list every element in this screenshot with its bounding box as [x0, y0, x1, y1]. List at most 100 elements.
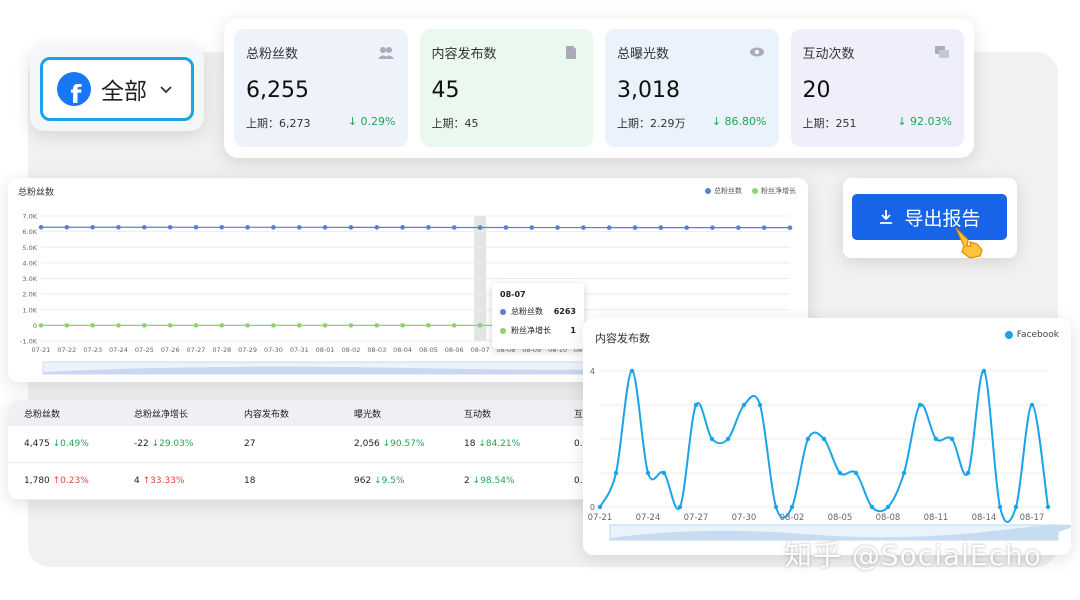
stat-previous: 上期：6,273	[246, 117, 311, 130]
data-point	[193, 323, 199, 328]
data-point	[167, 224, 173, 230]
table-cell: 2 ↓98.54%	[448, 476, 558, 486]
cell-value: 4,475	[24, 439, 50, 449]
account-selector[interactable]: f 全部	[40, 57, 194, 121]
data-point	[661, 470, 667, 476]
content-chart: 内容发布数 Facebook 0 4 07-21 07-24 07-27 07-30 08-…	[583, 318, 1071, 555]
stat-footer: 上期：45	[432, 115, 582, 131]
chat-icon	[935, 46, 949, 58]
data-point	[90, 224, 95, 230]
data-point	[64, 323, 70, 328]
table-cell: -22 ↓29.03%	[118, 439, 228, 449]
data-point	[503, 225, 509, 230]
y-tick-label: 4	[590, 367, 595, 376]
table-cell: 2,056 ↓90.57%	[338, 439, 448, 449]
y-tick-label: 2.0K	[22, 291, 37, 299]
stat-value: 6,255	[246, 78, 309, 103]
x-tick-label: 07-30	[264, 346, 283, 354]
stat-card[interactable]: 内容发布数 45 上期：45	[419, 29, 593, 147]
cell-value: 2,056	[354, 439, 380, 449]
y-tick-label: 4.0K	[22, 259, 37, 267]
data-point	[529, 225, 535, 230]
data-point	[949, 436, 955, 442]
account-selector-label: 全部	[101, 79, 147, 105]
data-point	[853, 470, 859, 476]
data-point	[193, 224, 199, 230]
tooltip-value: 1	[570, 326, 576, 335]
stat-card[interactable]: 互动次数 20 上期：251 ↓ 92.03%	[790, 29, 964, 147]
y-tick-label: 7.0K	[22, 213, 37, 221]
data-point	[271, 225, 276, 230]
stat-footer: 上期：251 ↓ 92.03%	[803, 115, 953, 131]
data-point	[426, 323, 431, 328]
data-point	[451, 323, 457, 328]
x-tick-label: 08-17	[1020, 513, 1045, 523]
data-point	[710, 225, 715, 230]
data-point	[761, 225, 767, 230]
cell-change: ↓84.21%	[478, 439, 521, 449]
data-point	[322, 323, 328, 328]
stat-footer: 上期：6,273 ↓ 0.29%	[246, 115, 396, 131]
y-tick-label: -1.0K	[20, 338, 38, 346]
stat-card[interactable]: 总曝光数 3,018 上期：2.29万 ↓ 86.80%	[605, 29, 779, 147]
x-tick-label: 08-02	[341, 346, 360, 354]
cell-value: 18	[464, 439, 476, 449]
stat-card[interactable]: 总粉丝数 6,255 上期：6,273 ↓ 0.29%	[234, 29, 408, 147]
x-tick-label: 08-03	[367, 346, 386, 354]
x-tick-label: 07-27	[187, 346, 206, 354]
data-point	[271, 323, 276, 328]
data-point	[757, 402, 763, 408]
x-tick-label: 08-05	[828, 513, 853, 523]
data-point	[773, 504, 779, 510]
data-point	[374, 225, 380, 230]
data-point	[245, 323, 250, 328]
data-point	[348, 323, 354, 328]
y-tick-label: 1.0K	[22, 306, 37, 314]
content-chart-plot[interactable]: 0407-21 07-24 07-27 07-30 08-02 08-05 08-08 08-…	[583, 318, 1071, 555]
table-header-cell: 互动数	[464, 409, 492, 420]
table-cell: 18	[228, 476, 338, 486]
x-tick-label: 08-14	[972, 513, 997, 523]
pointing-hand-icon	[955, 227, 983, 259]
data-point	[400, 323, 405, 328]
data-point	[426, 225, 431, 230]
data-point	[693, 402, 699, 408]
table-row: 4,475 ↓0.49% -22 ↓29.03% 27 2,056 ↓90.57% 1…	[8, 426, 664, 463]
data-point	[374, 323, 380, 328]
data-point	[805, 436, 811, 442]
cell-value: 27	[244, 439, 256, 449]
data-point	[709, 436, 715, 442]
data-point	[869, 504, 875, 510]
export-card: 导出报告	[843, 178, 1017, 258]
x-tick-label: 07-24	[109, 346, 128, 354]
data-point	[219, 224, 225, 230]
y-tick-label: 0	[33, 322, 37, 330]
cell-value: 4	[134, 476, 140, 486]
tooltip-date: 08-07	[500, 290, 526, 299]
facebook-icon: f	[57, 72, 91, 106]
stat-title: 内容发布数	[431, 47, 497, 62]
data-point	[837, 470, 843, 476]
data-point	[1045, 504, 1051, 510]
table-header: 总粉丝数总粉丝净增长内容发布数曝光数互动数互动率	[8, 400, 664, 426]
table-header-cell: 曝光数	[354, 409, 382, 420]
data-point	[677, 504, 683, 510]
chart-tooltip: 08-07 总粉丝数 6263 粉丝净增长 1	[492, 283, 584, 349]
cell-value: 18	[244, 476, 256, 486]
data-point	[684, 225, 689, 230]
data-point	[38, 224, 44, 230]
data-point	[901, 470, 907, 476]
x-tick-label: 08-11	[924, 513, 949, 523]
cell-change: ↓98.54%	[472, 476, 515, 486]
tooltip-dot	[500, 327, 506, 334]
cell-value: 2	[464, 476, 470, 486]
data-point	[167, 323, 173, 328]
document-icon	[566, 46, 576, 59]
stat-change: ↓ 92.03%	[897, 115, 952, 128]
table-cell: 18 ↓84.21%	[448, 439, 558, 449]
eye-icon	[749, 47, 764, 57]
data-point	[322, 225, 328, 230]
data-point	[90, 323, 95, 328]
stat-title: 总曝光数	[617, 47, 670, 62]
x-tick-label: 08-07	[471, 346, 490, 354]
